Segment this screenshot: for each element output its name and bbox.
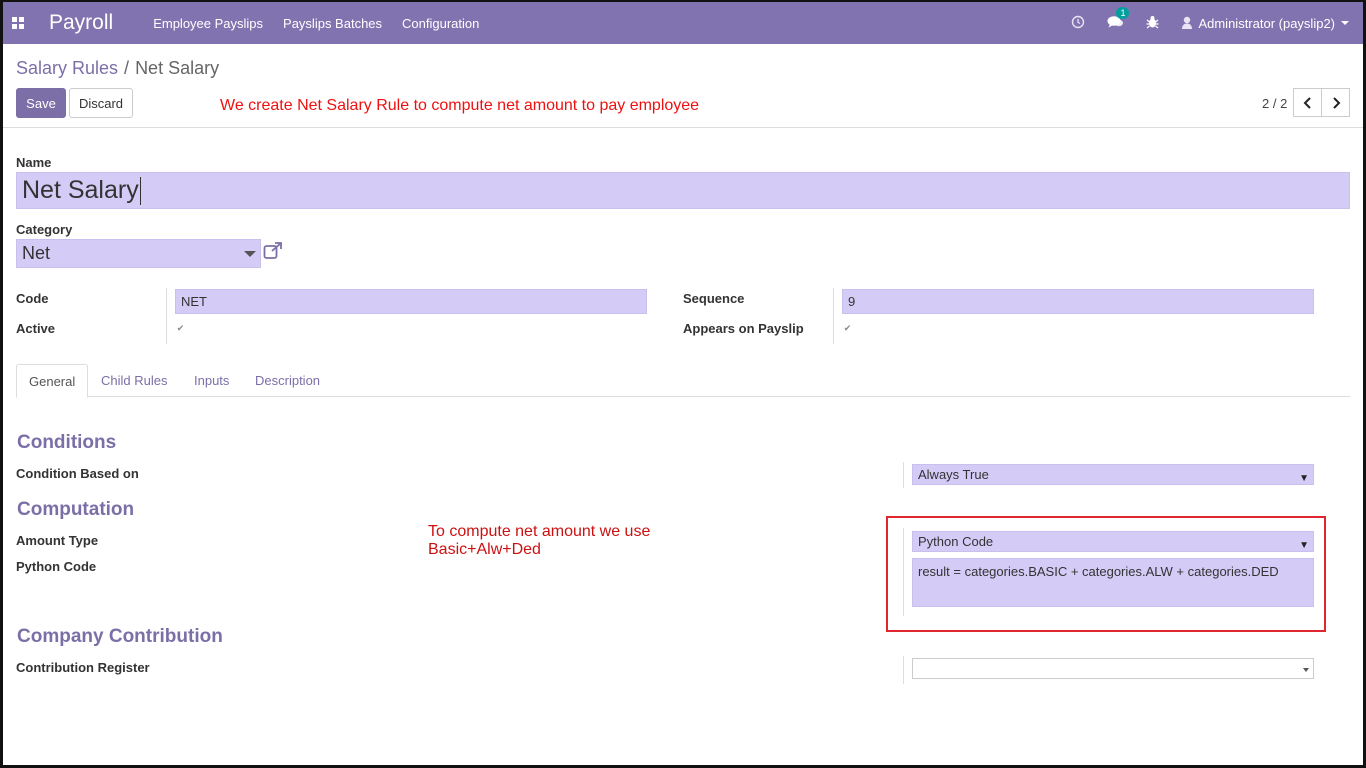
active-label: Active (16, 321, 56, 336)
pager-previous-button[interactable] (1293, 88, 1322, 117)
sequence-input[interactable]: 9 (842, 289, 1314, 314)
top-navbar: Payroll Employee Payslips Payslips Batch… (3, 2, 1363, 44)
conditions-title: Conditions (17, 432, 117, 453)
contribution-register-label: Contribution Register (16, 660, 150, 675)
discard-button[interactable]: Discard (69, 88, 133, 118)
sequence-label: Sequence (683, 291, 745, 306)
category-value: Net (22, 243, 51, 263)
category-select[interactable]: Net (16, 239, 261, 268)
condition-divider (903, 462, 904, 488)
breadcrumb-separator: / (124, 58, 130, 78)
computation-title: Computation (17, 499, 135, 520)
external-link-icon[interactable] (263, 242, 283, 263)
menu-employee-payslips[interactable]: Employee Payslips (153, 16, 263, 31)
tab-description[interactable]: Description (243, 364, 332, 397)
code-input[interactable]: NET (175, 289, 647, 314)
user-name: Administrator (payslip2) (1198, 15, 1335, 31)
breadcrumb-salary-rules[interactable]: Salary Rules (16, 58, 118, 78)
breadcrumb: Salary Rules / Net Salary (16, 58, 219, 79)
breadcrumb-current: Net Salary (135, 58, 220, 78)
appears-on-payslip-label: Appears on Payslip (683, 321, 804, 336)
contribution-divider (903, 656, 904, 684)
field-divider-left (166, 288, 167, 344)
name-label: Name (16, 155, 52, 170)
annotation-middle-line2: Basic+Alw+Ded (428, 541, 541, 558)
menu-payslips-batches[interactable]: Payslips Batches (283, 16, 382, 31)
amount-type-label: Amount Type (16, 533, 99, 548)
annotation-highlight-box (886, 516, 1326, 632)
messages-badge: 1 (1116, 6, 1130, 19)
chevron-down-icon (244, 251, 256, 257)
chevron-left-icon (1303, 96, 1311, 109)
chevron-right-icon (1332, 96, 1340, 109)
user-caret-icon (1341, 21, 1349, 25)
app-brand[interactable]: Payroll (49, 11, 113, 35)
tab-bar: General Child Rules Inputs Description (16, 364, 1350, 398)
messages-icon[interactable]: 1 (1107, 6, 1130, 32)
chevron-down-icon (1303, 668, 1309, 672)
annotation-middle-line1: To compute net amount we use (428, 523, 651, 540)
debug-bug-icon[interactable] (1146, 15, 1159, 32)
condition-based-select[interactable]: Always True ▼ (912, 464, 1314, 485)
menu-configuration[interactable]: Configuration (402, 16, 479, 31)
tab-child-rules[interactable]: Child Rules (89, 364, 179, 397)
pager-value: 2 / 2 (1262, 96, 1288, 111)
active-checkbox[interactable]: ✔ (175, 323, 186, 334)
text-cursor (139, 177, 141, 206)
contribution-register-select[interactable] (912, 658, 1314, 679)
activity-clock-icon[interactable] (1071, 15, 1085, 32)
appears-on-payslip-checkbox[interactable]: ✔ (842, 323, 853, 334)
annotation-middle: To compute net amount we use Basic+Alw+D… (428, 523, 650, 559)
save-button[interactable]: Save (16, 88, 66, 118)
condition-based-value: Always True (918, 467, 989, 482)
user-avatar-icon (1182, 16, 1193, 29)
tab-inputs[interactable]: Inputs (182, 364, 241, 397)
annotation-top: We create Net Salary Rule to compute net… (220, 97, 700, 114)
company-contribution-title: Company Contribution (17, 626, 223, 647)
apps-menu-icon[interactable] (5, 2, 31, 44)
name-value: Net Salary (22, 176, 139, 204)
user-menu[interactable]: Administrator (payslip2) (1181, 16, 1349, 31)
tab-general[interactable]: General (16, 364, 89, 398)
python-code-label: Python Code (16, 559, 97, 574)
name-input[interactable]: Net Salary (16, 172, 1350, 209)
control-panel-divider (3, 127, 1363, 128)
code-label: Code (16, 291, 49, 306)
field-divider-right (833, 288, 834, 344)
condition-based-label: Condition Based on (16, 466, 139, 481)
category-label: Category (16, 222, 73, 237)
pager-next-button[interactable] (1321, 88, 1350, 117)
dropdown-arrow-icon: ▼ (1299, 473, 1309, 484)
